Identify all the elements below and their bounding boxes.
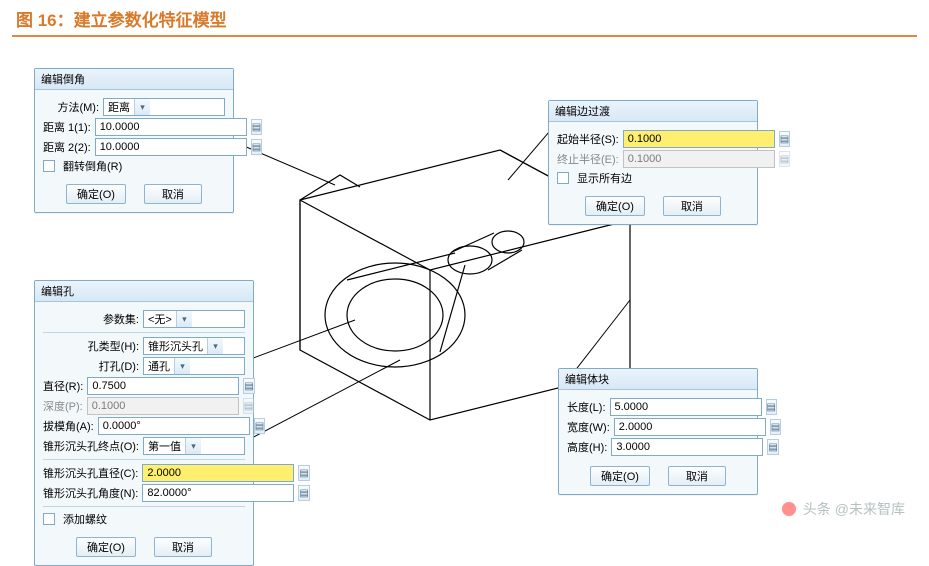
measure-icon: ▤ bbox=[243, 398, 254, 414]
chevron-down-icon: ▾ bbox=[176, 311, 192, 327]
hole-type-dropdown[interactable]: 锥形沉头孔 ▾ bbox=[143, 337, 245, 355]
hole-type-label: 孔类型(H): bbox=[43, 338, 139, 354]
measure-icon[interactable]: ▤ bbox=[243, 378, 254, 394]
hole-cang-label: 锥形沉头孔角度(N): bbox=[43, 485, 138, 501]
panel-chamfer: 编辑倒角 方法(M): 距离 ▾ 距离 1(1): ▤ 距离 2(2): ▤ bbox=[34, 68, 234, 213]
blend-showall-label: 显示所有边 bbox=[577, 170, 632, 186]
hole-drill-label: 打孔(D): bbox=[43, 358, 139, 374]
panel-hole-title: 编辑孔 bbox=[35, 281, 253, 302]
block-hei-input[interactable] bbox=[611, 438, 763, 456]
panel-blend: 编辑边过渡 起始半径(S): ▤ 终止半径(E): ▤ 显示所有边 确定(O) … bbox=[548, 100, 758, 225]
chamfer-dist1-input[interactable] bbox=[95, 118, 247, 136]
title-rule bbox=[12, 35, 917, 37]
chamfer-method-label: 方法(M): bbox=[43, 99, 99, 115]
chamfer-flip-label: 翻转倒角(R) bbox=[63, 158, 122, 174]
hole-paramset-value: <无> bbox=[148, 311, 172, 327]
hole-thread-label: 添加螺纹 bbox=[63, 511, 107, 527]
hole-depth-label: 深度(P): bbox=[43, 398, 83, 414]
blend-end-label: 终止半径(E): bbox=[557, 151, 619, 167]
hole-cang-input[interactable] bbox=[142, 484, 294, 502]
measure-icon[interactable]: ▤ bbox=[766, 399, 777, 415]
block-wid-label: 宽度(W): bbox=[567, 419, 610, 435]
measure-icon[interactable]: ▤ bbox=[770, 419, 781, 435]
block-wid-input[interactable] bbox=[614, 418, 766, 436]
measure-icon[interactable]: ▤ bbox=[298, 485, 309, 501]
watermark-text: 头条 @未来智库 bbox=[803, 499, 905, 519]
hole-depth-input bbox=[87, 397, 239, 415]
chamfer-method-value: 距离 bbox=[108, 99, 130, 115]
blend-showall-checkbox[interactable] bbox=[557, 172, 569, 184]
chevron-down-icon: ▾ bbox=[207, 338, 223, 354]
measure-icon[interactable]: ▤ bbox=[779, 131, 790, 147]
measure-icon[interactable]: ▤ bbox=[767, 439, 778, 455]
ok-button[interactable]: 确定(O) bbox=[590, 466, 650, 486]
measure-icon[interactable]: ▤ bbox=[251, 119, 262, 135]
hole-dia-input[interactable] bbox=[87, 377, 239, 395]
watermark-icon bbox=[781, 501, 797, 517]
figure-title: 图 16：建立参数化特征模型 bbox=[0, 0, 929, 35]
hole-tipang-label: 拔模角(A): bbox=[43, 418, 94, 434]
panel-blend-title: 编辑边过渡 bbox=[549, 101, 757, 122]
chamfer-dist2-input[interactable] bbox=[95, 138, 247, 156]
measure-icon[interactable]: ▤ bbox=[298, 465, 309, 481]
hole-tipang-input[interactable] bbox=[98, 417, 250, 435]
canvas: 编辑倒角 方法(M): 距离 ▾ 距离 1(1): ▤ 距离 2(2): ▤ bbox=[0, 40, 929, 521]
chevron-down-icon: ▾ bbox=[134, 99, 150, 115]
blend-end-input bbox=[623, 150, 775, 168]
ok-button[interactable]: 确定(O) bbox=[76, 537, 136, 557]
hole-paramset-label: 参数集: bbox=[43, 311, 139, 327]
hole-endpt-value: 第一值 bbox=[148, 438, 181, 454]
hole-drill-dropdown[interactable]: 通孔 ▾ bbox=[143, 357, 245, 375]
chevron-down-icon: ▾ bbox=[174, 358, 190, 374]
measure-icon: ▤ bbox=[779, 151, 790, 167]
cancel-button[interactable]: 取消 bbox=[668, 466, 726, 486]
hole-endpt-dropdown[interactable]: 第一值 ▾ bbox=[143, 437, 245, 455]
hole-endpt-label: 锥形沉头孔终点(O): bbox=[43, 438, 139, 454]
hole-cdia-label: 锥形沉头孔直径(C): bbox=[43, 465, 138, 481]
ok-button[interactable]: 确定(O) bbox=[585, 196, 645, 216]
hole-type-value: 锥形沉头孔 bbox=[148, 338, 203, 354]
panel-chamfer-title: 编辑倒角 bbox=[35, 69, 233, 90]
watermark: 头条 @未来智库 bbox=[781, 499, 905, 519]
hole-paramset-dropdown[interactable]: <无> ▾ bbox=[143, 310, 245, 328]
panel-block: 编辑体块 长度(L): ▤ 宽度(W): ▤ 高度(H): ▤ 确定(O) 取消 bbox=[558, 368, 758, 495]
hole-dia-label: 直径(R): bbox=[43, 378, 83, 394]
chamfer-dist1-label: 距离 1(1): bbox=[43, 119, 91, 135]
hole-drill-value: 通孔 bbox=[148, 358, 170, 374]
blend-start-input[interactable] bbox=[623, 130, 775, 148]
hole-thread-checkbox[interactable] bbox=[43, 513, 55, 525]
chamfer-flip-checkbox[interactable] bbox=[43, 160, 55, 172]
measure-icon[interactable]: ▤ bbox=[254, 418, 265, 434]
panel-block-title: 编辑体块 bbox=[559, 369, 757, 390]
block-len-input[interactable] bbox=[610, 398, 762, 416]
cancel-button[interactable]: 取消 bbox=[144, 184, 202, 204]
chamfer-dist2-label: 距离 2(2): bbox=[43, 139, 91, 155]
cancel-button[interactable]: 取消 bbox=[663, 196, 721, 216]
cancel-button[interactable]: 取消 bbox=[154, 537, 212, 557]
panel-hole: 编辑孔 参数集: <无> ▾ 孔类型(H): 锥形沉头孔 ▾ 打孔(D): bbox=[34, 280, 254, 566]
ok-button[interactable]: 确定(O) bbox=[66, 184, 126, 204]
chamfer-method-dropdown[interactable]: 距离 ▾ bbox=[103, 98, 225, 116]
chevron-down-icon: ▾ bbox=[185, 438, 201, 454]
block-hei-label: 高度(H): bbox=[567, 439, 607, 455]
hole-cdia-input[interactable] bbox=[142, 464, 294, 482]
blend-start-label: 起始半径(S): bbox=[557, 131, 619, 147]
measure-icon[interactable]: ▤ bbox=[251, 139, 262, 155]
block-len-label: 长度(L): bbox=[567, 399, 606, 415]
